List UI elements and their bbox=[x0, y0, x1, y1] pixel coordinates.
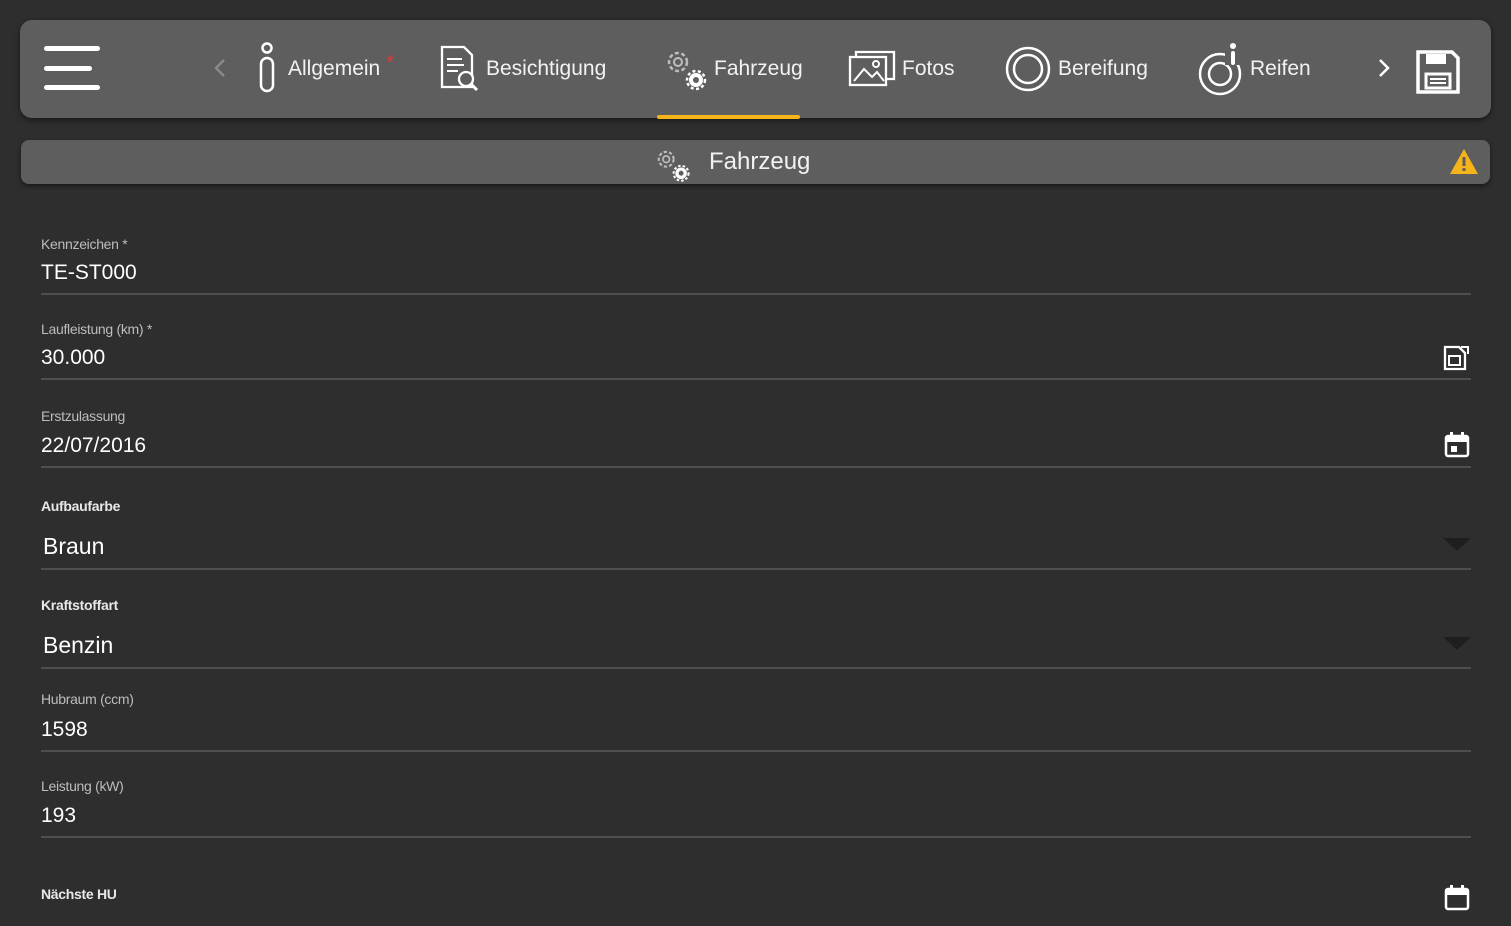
tire-info-icon bbox=[1198, 43, 1242, 96]
kennzeichen-input[interactable]: TE-ST000 bbox=[41, 261, 137, 285]
section-header: Fahrzeug bbox=[21, 140, 1490, 184]
tabs-scroll-left-icon[interactable] bbox=[210, 56, 230, 80]
chevron-down-icon[interactable] bbox=[1443, 538, 1471, 551]
laufleistung-input[interactable]: 30.000 bbox=[41, 346, 105, 370]
field-kennzeichen[interactable]: Kennzeichen * TE-ST000 bbox=[41, 236, 1471, 295]
active-tab-indicator bbox=[657, 115, 800, 119]
leistung-input[interactable]: 193 bbox=[41, 804, 76, 828]
hubraum-input[interactable]: 1598 bbox=[41, 718, 88, 742]
save-icon[interactable] bbox=[1414, 48, 1462, 96]
field-label: Laufleistung (km) * bbox=[41, 321, 153, 337]
tab-fotos[interactable]: Fotos bbox=[848, 36, 955, 102]
tab-fahrzeug[interactable]: Fahrzeug bbox=[660, 36, 803, 102]
field-label: Erstzulassung bbox=[41, 408, 126, 424]
document-edit-icon[interactable] bbox=[1441, 343, 1471, 373]
top-toolbar: Allgemein * Besichtigung Fahrzeug Fotos … bbox=[20, 20, 1491, 119]
field-leistung[interactable]: Leistung (kW) 193 bbox=[41, 778, 1471, 838]
tab-allgemein[interactable]: Allgemein * bbox=[250, 36, 394, 102]
chevron-down-icon[interactable] bbox=[1443, 637, 1471, 650]
field-label: Kennzeichen * bbox=[41, 236, 128, 252]
tabs-scroll-right-icon[interactable] bbox=[1374, 56, 1394, 80]
tab-bereifung[interactable]: Bereifung bbox=[1004, 36, 1148, 102]
field-label: Leistung (kW) bbox=[41, 778, 124, 794]
tab-label-reifen: Reifen bbox=[1250, 57, 1311, 80]
section-title: Fahrzeug bbox=[709, 148, 811, 175]
calendar-icon[interactable] bbox=[1443, 884, 1471, 912]
field-kraftstoffart[interactable]: Kraftstoffart Benzin bbox=[41, 597, 1471, 669]
aufbaufarbe-select[interactable]: Braun bbox=[43, 533, 104, 560]
field-label: Kraftstoffart bbox=[41, 597, 118, 613]
tab-besichtigung[interactable]: Besichtigung bbox=[436, 36, 606, 102]
tab-label-fahrzeug: Fahrzeug bbox=[714, 57, 803, 80]
tab-label-allgemein: Allgemein bbox=[288, 57, 381, 80]
gears-icon bbox=[657, 150, 690, 182]
field-label: Aufbaufarbe bbox=[41, 498, 121, 514]
info-icon bbox=[259, 42, 275, 93]
warning-icon[interactable] bbox=[1449, 148, 1479, 175]
field-aufbaufarbe[interactable]: Aufbaufarbe Braun bbox=[41, 498, 1471, 570]
required-indicator: * bbox=[386, 51, 395, 74]
tab-label-bereifung: Bereifung bbox=[1058, 57, 1148, 80]
field-label: Hubraum (ccm) bbox=[41, 691, 134, 707]
field-laufleistung[interactable]: Laufleistung (km) * 30.000 bbox=[41, 321, 1471, 380]
tab-label-fotos: Fotos bbox=[902, 57, 955, 80]
kraftstoffart-select[interactable]: Benzin bbox=[43, 632, 113, 659]
field-naechste-hu[interactable]: Nächste HU bbox=[41, 884, 1471, 926]
gears-icon bbox=[667, 51, 707, 91]
hamburger-menu-icon[interactable] bbox=[44, 46, 100, 90]
field-erstzulassung[interactable]: Erstzulassung 22/07/2016 bbox=[41, 408, 1471, 468]
inspection-icon bbox=[440, 45, 479, 92]
calendar-icon[interactable] bbox=[1443, 431, 1471, 459]
tab-label-besichtigung: Besichtigung bbox=[486, 57, 607, 80]
erstzulassung-input[interactable]: 22/07/2016 bbox=[41, 434, 146, 458]
field-hubraum[interactable]: Hubraum (ccm) 1598 bbox=[41, 691, 1471, 752]
tire-icon bbox=[1005, 46, 1051, 92]
tab-reifen[interactable]: Reifen bbox=[1196, 36, 1311, 102]
photos-icon bbox=[848, 50, 896, 87]
